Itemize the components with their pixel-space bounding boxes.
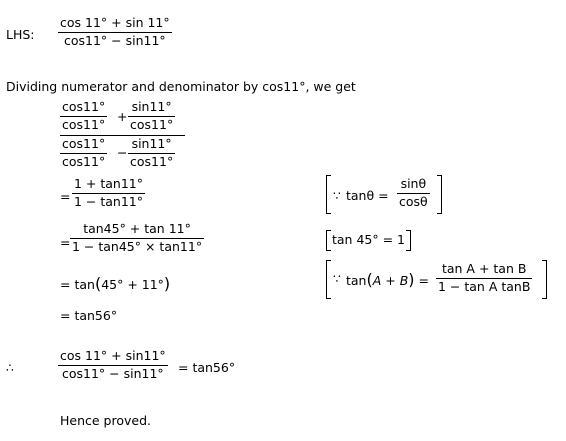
complex-top-op: + xyxy=(117,109,128,124)
complex-top-left: cos11° cos11° xyxy=(60,99,108,132)
hence-proved: Hence proved. xyxy=(60,413,151,428)
step4: = tan56° xyxy=(60,308,118,323)
step1-equals: = xyxy=(60,189,71,204)
final-fraction: cos 11° + sin11° cos11° − sin11° xyxy=(58,348,168,381)
step3: = tan(45° + 11°) xyxy=(60,274,171,293)
complex-bot-left: cos11° cos11° xyxy=(60,136,108,169)
complex-bot-right: sin11° cos11° xyxy=(128,136,176,169)
final-rhs: = tan56° xyxy=(178,360,236,375)
lhs-numerator: cos 11° + sin 11° xyxy=(60,15,170,30)
complex-bot-op: − xyxy=(117,145,128,160)
note2-text: tan 45° = 1 xyxy=(332,232,405,247)
lhs-fraction: cos 11° + sin 11° cos11° − sin11° xyxy=(58,15,172,48)
therefore-icon: ∴ xyxy=(6,360,14,375)
lhs-label: LHS: xyxy=(6,27,35,42)
lhs-denominator: cos11° − sin11° xyxy=(58,31,172,48)
dividing-text: Dividing numerator and denominator by co… xyxy=(6,79,356,94)
step2-equals: = xyxy=(60,235,71,250)
because-icon: ∵ xyxy=(333,188,341,203)
step1-fraction: 1 + tan11° 1 − tan11° xyxy=(72,176,146,209)
step2-fraction: tan45° + tan 11° 1 − tan45° × tan11° xyxy=(70,221,205,254)
complex-top-right: sin11° cos11° xyxy=(128,99,176,132)
